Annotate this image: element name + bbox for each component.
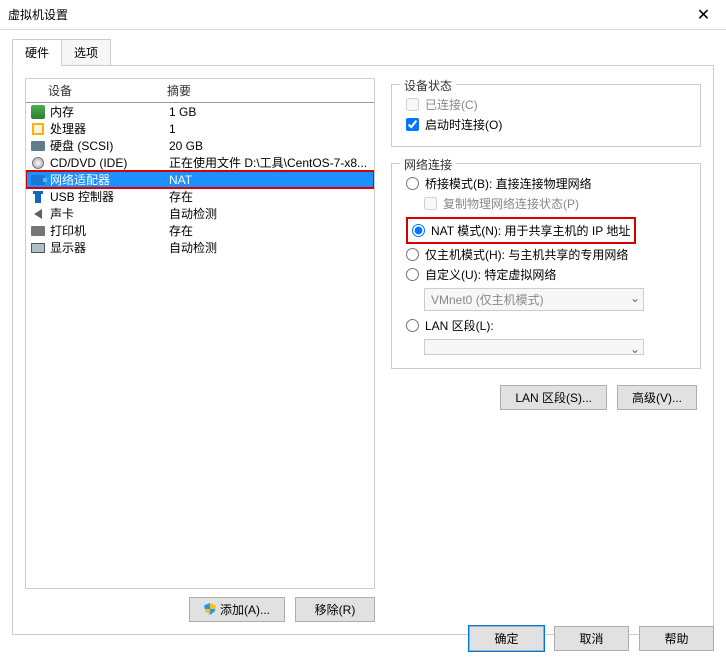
device-summary: 存在 [163,188,372,205]
hostonly-label[interactable]: 仅主机模式(H): 与主机共享的专用网络 [425,246,628,263]
device-name: 打印机 [48,222,163,239]
device-summary: 1 [163,122,372,136]
chevron-down-icon: ⌄ [630,342,640,356]
bridged-radio[interactable] [406,177,419,190]
nat-radio[interactable] [412,224,425,237]
device-name: USB 控制器 [48,188,163,205]
connected-row: 已连接(C) [406,96,690,113]
table-row[interactable]: USB 控制器存在 [26,188,374,205]
device-summary: NAT [163,173,372,187]
close-button[interactable]: ✕ [681,0,726,30]
device-name: 硬盘 (SCSI) [48,137,163,154]
device-summary: 存在 [163,222,372,239]
shield-icon [204,603,216,618]
cd-icon [30,155,46,171]
help-button[interactable]: 帮助 [639,626,714,651]
remove-button[interactable]: 移除(R) [295,597,375,622]
table-header: 设备 摘要 [26,79,374,103]
replicate-row: 复制物理网络连接状态(P) [424,195,690,212]
right-buttons: LAN 区段(S)... 高级(V)... [391,385,701,410]
replicate-label: 复制物理网络连接状态(P) [443,195,579,212]
left-panel: 设备 摘要 内存1 GB处理器1硬盘 (SCSI)20 GBCD/DVD (ID… [25,78,375,622]
table-row[interactable]: 内存1 GB [26,103,374,120]
cpu-icon [30,121,46,137]
footer-buttons: 确定 取消 帮助 [469,626,714,651]
replicate-checkbox [424,197,437,210]
custom-row: 自定义(U): 特定虚拟网络 [406,266,690,283]
device-summary: 20 GB [163,139,372,153]
hostonly-radio[interactable] [406,248,419,261]
custom-select: VMnet0 (仅主机模式) [424,288,644,311]
device-table: 设备 摘要 内存1 GB处理器1硬盘 (SCSI)20 GBCD/DVD (ID… [25,78,375,589]
device-name: 显示器 [48,239,163,256]
device-summary: 自动检测 [163,239,372,256]
device-name: 内存 [48,103,163,120]
nat-row: NAT 模式(N): 用于共享主机的 IP 地址 [410,221,632,240]
device-state-legend: 设备状态 [400,77,456,94]
custom-label[interactable]: 自定义(U): 特定虚拟网络 [425,266,556,283]
bridged-label[interactable]: 桥接模式(B): 直接连接物理网络 [425,175,592,192]
left-buttons: 添加(A)... 移除(R) [25,589,375,622]
table-row[interactable]: 网络适配器NAT [26,171,374,188]
nat-label[interactable]: NAT 模式(N): 用于共享主机的 IP 地址 [431,222,630,239]
net-icon [30,172,46,188]
add-label: 添加(A)... [220,603,270,617]
titlebar: 虚拟机设置 ✕ [0,0,726,30]
connect-startup-row: 启动时连接(O) [406,116,690,133]
tab-options[interactable]: 选项 [61,39,111,66]
right-panel: 设备状态 已连接(C) 启动时连接(O) 网络连接 桥接模式(B): 直接连接物… [391,78,701,622]
device-summary: 自动检测 [163,205,372,222]
custom-select-wrap: VMnet0 (仅主机模式) ⌄ [424,288,644,311]
network-legend: 网络连接 [400,156,456,173]
usb-icon [30,189,46,205]
add-button[interactable]: 添加(A)... [189,597,285,622]
hdd-icon [30,138,46,154]
connected-checkbox [406,98,419,111]
lan-segment-radio[interactable] [406,319,419,332]
network-connection-group: 网络连接 桥接模式(B): 直接连接物理网络 复制物理网络连接状态(P) NAT… [391,163,701,369]
prn-icon [30,223,46,239]
device-name: 处理器 [48,120,163,137]
table-row[interactable]: 显示器自动检测 [26,239,374,256]
device-name: 声卡 [48,205,163,222]
cancel-button[interactable]: 取消 [554,626,629,651]
content-area: 设备 摘要 内存1 GB处理器1硬盘 (SCSI)20 GBCD/DVD (ID… [12,65,714,635]
tabs: 硬件 选项 [12,38,726,65]
lan-segment-label[interactable]: LAN 区段(L): [425,317,494,334]
lan-segments-button[interactable]: LAN 区段(S)... [500,385,607,410]
mem-icon [30,104,46,120]
device-name: 网络适配器 [48,171,163,188]
lan-segment-row: LAN 区段(L): [406,317,690,334]
col-device: 设备 [26,79,161,102]
table-row[interactable]: 打印机存在 [26,222,374,239]
table-row[interactable]: 硬盘 (SCSI)20 GB [26,137,374,154]
snd-icon [30,206,46,222]
lan-select [424,339,644,355]
window-title: 虚拟机设置 [8,6,68,23]
device-name: CD/DVD (IDE) [48,156,163,170]
connected-label: 已连接(C) [425,96,478,113]
connect-startup-label[interactable]: 启动时连接(O) [425,116,502,133]
bridged-row: 桥接模式(B): 直接连接物理网络 [406,175,690,192]
device-summary: 正在使用文件 D:\工具\CentOS-7-x8... [163,154,372,171]
table-row[interactable]: CD/DVD (IDE)正在使用文件 D:\工具\CentOS-7-x8... [26,154,374,171]
col-summary: 摘要 [161,79,374,102]
lan-select-wrap: ⌄ [424,339,644,355]
chevron-down-icon: ⌄ [630,291,640,305]
hostonly-row: 仅主机模式(H): 与主机共享的专用网络 [406,246,690,263]
device-state-group: 设备状态 已连接(C) 启动时连接(O) [391,84,701,147]
table-row[interactable]: 处理器1 [26,120,374,137]
ok-button[interactable]: 确定 [469,626,544,651]
device-summary: 1 GB [163,105,372,119]
connect-startup-checkbox[interactable] [406,118,419,131]
disp-icon [30,240,46,256]
advanced-button[interactable]: 高级(V)... [617,385,697,410]
table-row[interactable]: 声卡自动检测 [26,205,374,222]
tab-hardware[interactable]: 硬件 [12,39,62,66]
custom-radio[interactable] [406,268,419,281]
